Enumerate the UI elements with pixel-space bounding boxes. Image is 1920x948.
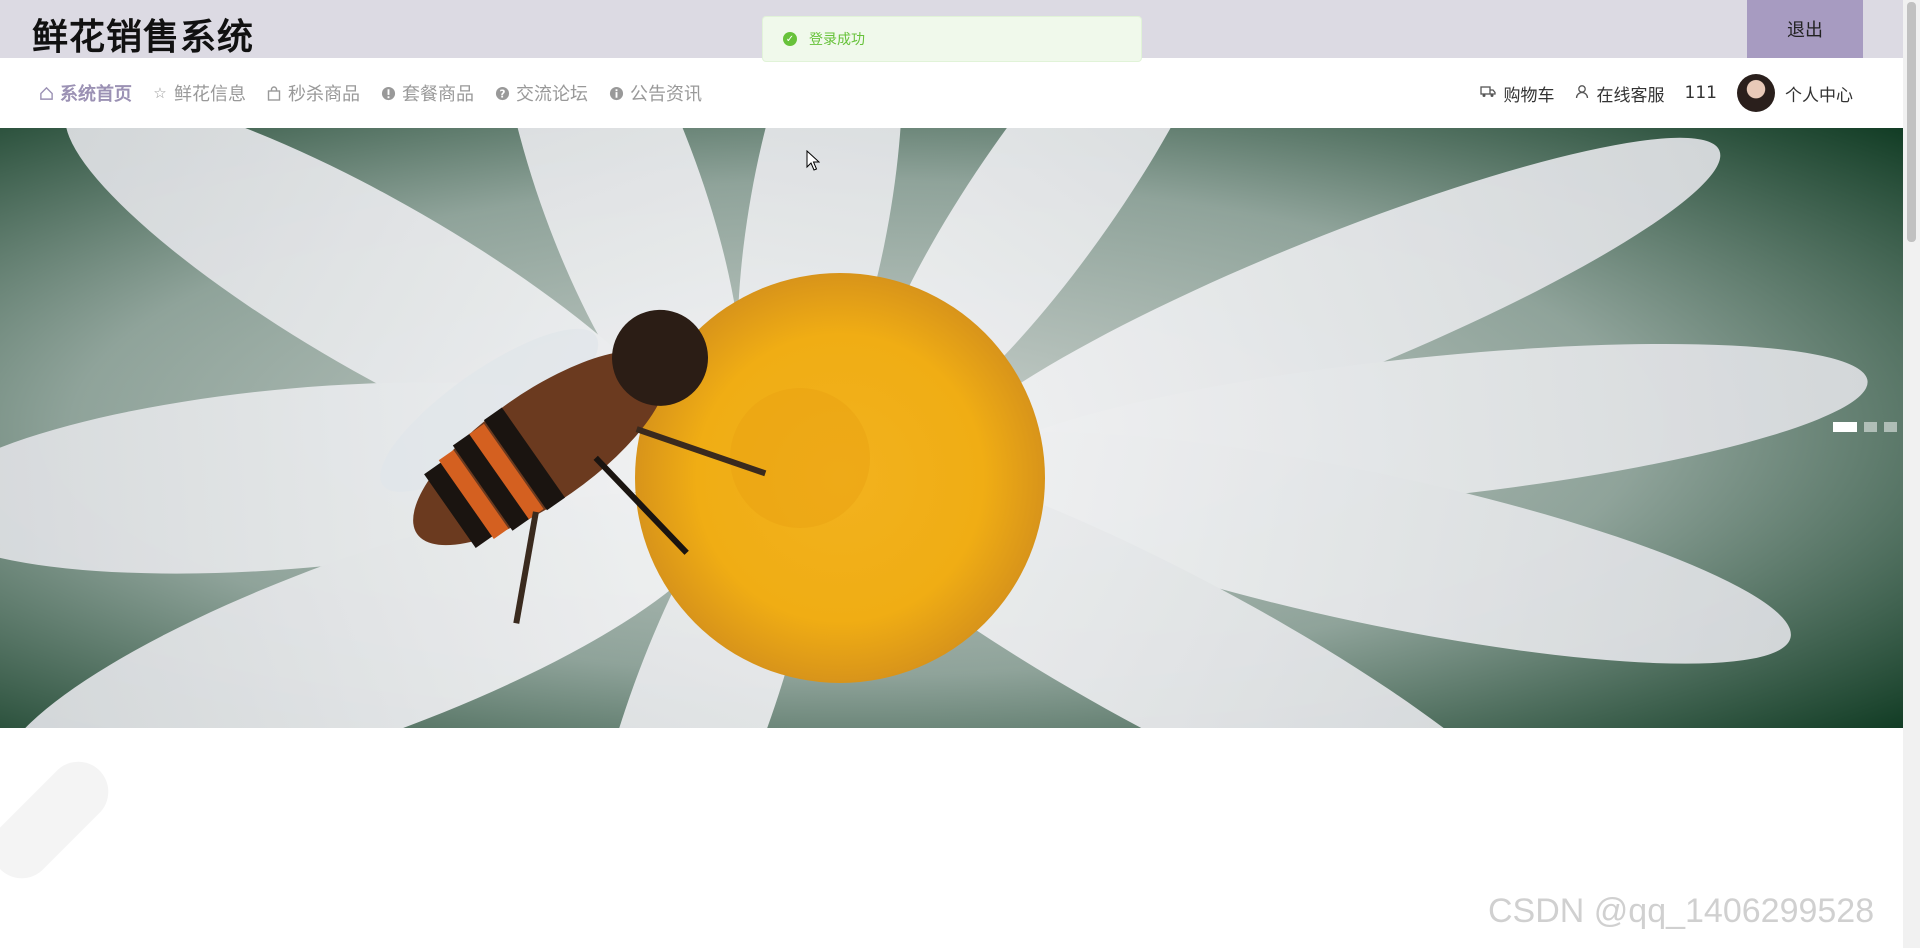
banner-image bbox=[0, 128, 1903, 728]
nav-item-flash-sale[interactable]: 秒杀商品 bbox=[266, 80, 360, 106]
online-service-link[interactable]: 在线客服 bbox=[1575, 81, 1665, 106]
carousel-indicators bbox=[1826, 422, 1897, 432]
nav-item-forum[interactable]: ? 交流论坛 bbox=[494, 80, 588, 106]
nav-label: 鲜花信息 bbox=[174, 84, 246, 105]
user-menu: 购物车 在线客服 111 个人中心 bbox=[1460, 58, 1853, 128]
service-label: 在线客服 bbox=[1596, 85, 1665, 106]
nav-label: 交流论坛 bbox=[516, 84, 588, 105]
nav-label: 公告资讯 bbox=[630, 84, 702, 105]
carousel-dot-3[interactable] bbox=[1884, 422, 1897, 432]
nav-item-news[interactable]: 公告资讯 bbox=[608, 80, 702, 106]
toast-message: 登录成功 bbox=[809, 32, 865, 48]
cart-link[interactable]: 购物车 bbox=[1479, 81, 1555, 106]
home-icon bbox=[38, 86, 54, 101]
check-circle-icon: ✓ bbox=[783, 32, 797, 46]
nav-item-flowers[interactable]: ☆ 鲜花信息 bbox=[152, 80, 246, 106]
main-nav: 系统首页 ☆ 鲜花信息 秒杀商品 套餐商品 ? 交流论坛 公告资讯 购物车 在线… bbox=[0, 58, 1903, 129]
question-circle-icon: ? bbox=[494, 86, 510, 101]
scrollbar-thumb[interactable] bbox=[1907, 2, 1916, 242]
info-circle-icon bbox=[608, 86, 624, 101]
info-circle-icon bbox=[380, 86, 396, 101]
hero-carousel[interactable] bbox=[0, 128, 1903, 728]
profile-link[interactable]: 个人中心 bbox=[1737, 74, 1853, 112]
decorative-shape bbox=[0, 749, 121, 891]
nav-item-packages[interactable]: 套餐商品 bbox=[380, 80, 474, 106]
logout-button[interactable]: 退出 bbox=[1747, 0, 1863, 58]
nav-label: 套餐商品 bbox=[402, 84, 474, 105]
username: 111 bbox=[1684, 83, 1717, 103]
bag-icon bbox=[266, 85, 282, 101]
svg-text:?: ? bbox=[499, 88, 505, 100]
profile-label: 个人中心 bbox=[1785, 85, 1853, 106]
user-icon bbox=[1575, 84, 1589, 103]
success-toast: ✓ 登录成功 bbox=[762, 16, 1142, 62]
nav-menu: 系统首页 ☆ 鲜花信息 秒杀商品 套餐商品 ? 交流论坛 公告资讯 bbox=[38, 58, 722, 128]
carousel-dot-1[interactable] bbox=[1833, 422, 1857, 432]
nav-label: 秒杀商品 bbox=[288, 84, 360, 105]
carousel-dot-2[interactable] bbox=[1864, 422, 1877, 432]
watermark: CSDN @qq_1406299528 bbox=[1488, 892, 1875, 930]
site-title: 鲜花销售系统 bbox=[32, 17, 255, 58]
nav-label: 系统首页 bbox=[60, 84, 132, 105]
page-scrollbar[interactable] bbox=[1903, 0, 1920, 948]
cart-label: 购物车 bbox=[1503, 85, 1555, 106]
truck-icon bbox=[1479, 85, 1496, 102]
avatar bbox=[1737, 74, 1775, 112]
star-icon: ☆ bbox=[153, 84, 167, 102]
nav-item-home[interactable]: 系统首页 bbox=[38, 80, 132, 106]
